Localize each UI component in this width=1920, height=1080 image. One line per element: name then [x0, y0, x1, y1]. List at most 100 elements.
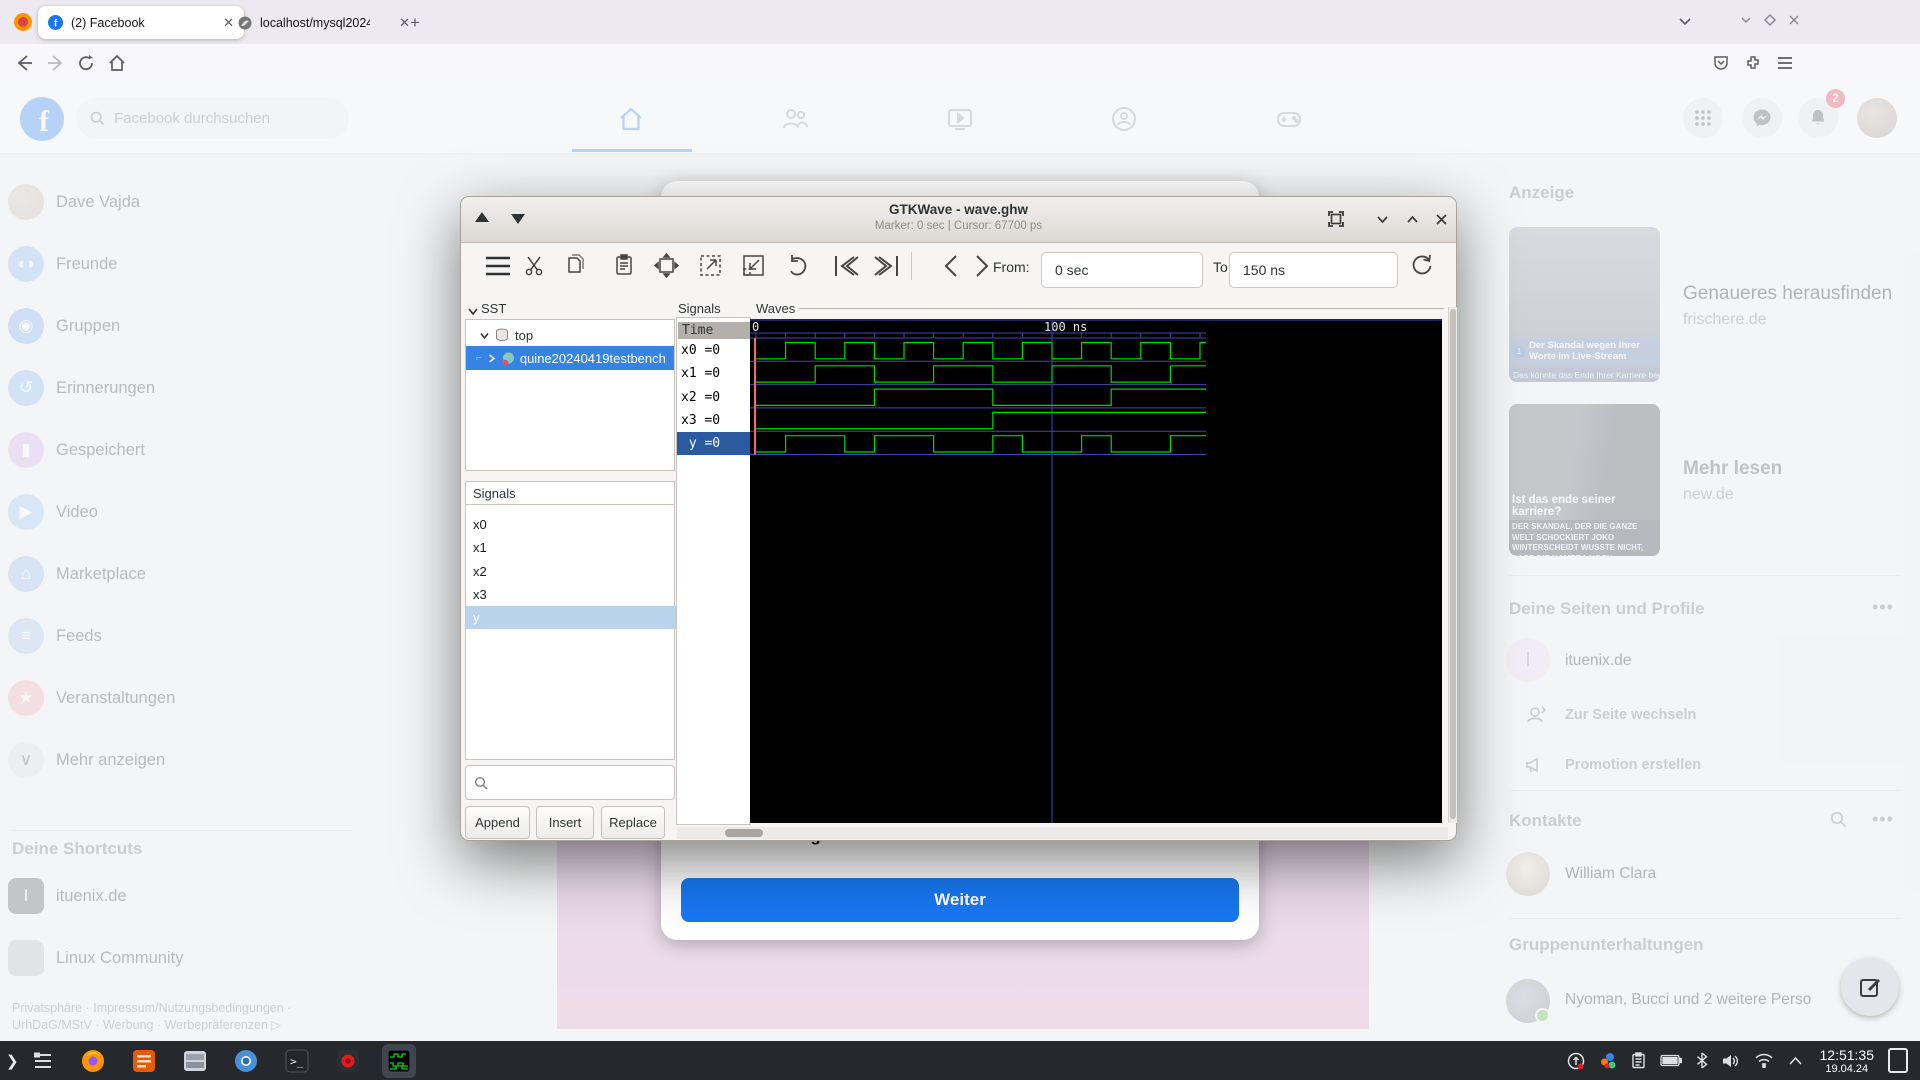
new-tab-button[interactable]: + — [410, 13, 420, 33]
signals-list: x0 x1 x2 x3 y — [465, 504, 681, 760]
signal-list-item[interactable]: y — [466, 606, 681, 630]
wave-signal-name[interactable]: x1 =0 — [677, 362, 750, 385]
cut-icon[interactable] — [523, 254, 547, 278]
compose-fab[interactable] — [1841, 958, 1899, 1016]
tree-node-label[interactable]: quine20240419testbench — [520, 351, 666, 366]
browser-tab-bar: f (2) Facebook ✕ localhost/mysql20240217… — [0, 0, 1920, 45]
sst-expander-icon[interactable] — [467, 305, 479, 317]
window-minimize-icon[interactable] — [1738, 12, 1754, 28]
wave-signal-name[interactable]: x0 =0 — [677, 339, 750, 362]
toolbar-separator — [911, 252, 912, 280]
next-edge-icon[interactable] — [971, 253, 993, 279]
app-menu-icon[interactable] — [33, 1052, 53, 1070]
vertical-scrollbar[interactable] — [1448, 307, 1457, 823]
tree-node-label[interactable]: top — [515, 328, 533, 343]
taskbar-app-terminal[interactable]: >_ — [280, 1044, 314, 1078]
signal-list-item[interactable]: x3 — [466, 583, 681, 606]
to-input[interactable]: 150 ns — [1229, 252, 1398, 288]
taskbar-app-recorder[interactable] — [331, 1044, 365, 1078]
gtk-close-icon[interactable] — [1434, 212, 1449, 227]
zoom-fit-icon[interactable] — [653, 252, 680, 279]
wave-trace — [756, 411, 1206, 430]
signal-list-item[interactable]: x0 — [466, 513, 681, 536]
node-expander-icon[interactable] — [479, 330, 490, 341]
prev-edge-icon[interactable] — [940, 253, 962, 279]
volume-icon[interactable] — [1722, 1053, 1740, 1069]
workrave-icon[interactable] — [1599, 1052, 1617, 1070]
tab-list-chevron-icon[interactable] — [1676, 12, 1694, 30]
tree-node-top[interactable]: top — [466, 324, 674, 346]
forward-icon[interactable] — [45, 52, 67, 74]
taskbar-app-gtkwave[interactable] — [381, 1043, 416, 1078]
show-desktop-button[interactable] — [1888, 1048, 1908, 1073]
taskbar-app-editor-orange[interactable] — [127, 1044, 161, 1078]
copy-icon[interactable] — [564, 253, 588, 278]
gtkwave-titlebar[interactable]: GTKWave - wave.ghw Marker: 0 sec | Curso… — [461, 197, 1456, 243]
append-button[interactable]: Append — [465, 806, 530, 839]
scrollbar-thumb[interactable] — [725, 829, 763, 837]
wave-signal-name[interactable]: x3 =0 — [677, 409, 750, 432]
sst-tree: top ⌐ quine20240419testbench — [465, 319, 675, 471]
zoom-out-icon[interactable] — [697, 252, 724, 279]
taskbar-app-firefox[interactable] — [76, 1044, 110, 1078]
undo-icon[interactable] — [785, 253, 811, 279]
clock[interactable]: 12:51:35 19.04.24 — [1820, 1047, 1875, 1075]
horizontal-scrollbar[interactable] — [677, 827, 1448, 839]
fullscreen-icon[interactable] — [1327, 210, 1345, 228]
go-to-end-icon[interactable] — [873, 253, 901, 279]
screen: f (2) Facebook ✕ localhost/mysql20240217… — [0, 0, 1920, 1080]
tab-title: (2) Facebook — [71, 15, 145, 30]
tray-expand-icon[interactable] — [1788, 1056, 1803, 1066]
clipboard-icon[interactable] — [1631, 1052, 1646, 1069]
signal-search-input[interactable] — [465, 765, 675, 800]
search-icon — [474, 776, 488, 790]
node-expander-icon[interactable] — [486, 353, 497, 364]
tab-localhost[interactable]: localhost/mysql20240217/... ✕ — [228, 6, 420, 39]
tree-node-selected[interactable]: ⌐ quine20240419testbench — [466, 346, 674, 370]
home-icon[interactable] — [107, 53, 127, 73]
battery-icon[interactable] — [1659, 1054, 1682, 1067]
reload-icon[interactable] — [77, 53, 97, 73]
updates-icon[interactable] — [1567, 1052, 1585, 1070]
pocket-icon[interactable] — [1712, 54, 1730, 72]
scrollbar-thumb[interactable] — [1450, 309, 1456, 819]
insert-button[interactable]: Insert — [536, 806, 594, 839]
panel-expand-icon[interactable]: ❯ — [6, 1052, 19, 1070]
taskbar-app-file-manager[interactable] — [178, 1044, 212, 1078]
wifi-icon[interactable] — [1754, 1053, 1774, 1068]
system-tray: 12:51:35 19.04.24 — [1560, 1047, 1920, 1075]
main-menu-icon[interactable] — [483, 253, 513, 279]
pencil-icon — [1860, 979, 1880, 997]
window-maximize-icon[interactable] — [1762, 12, 1778, 28]
from-input[interactable]: 0 sec — [1041, 252, 1203, 288]
paste-icon[interactable] — [612, 253, 636, 278]
wave-signal-name[interactable]: y =0 — [677, 432, 750, 456]
reload-waves-icon[interactable] — [1409, 253, 1435, 279]
firefox-view-icon[interactable] — [12, 11, 34, 33]
marker-status: Marker: 0 sec | Cursor: 67700 ps — [874, 220, 1043, 232]
taskbar-app-chromium[interactable] — [229, 1044, 263, 1078]
bluetooth-icon[interactable] — [1696, 1052, 1708, 1069]
tab-close-icon[interactable]: ✕ — [399, 15, 410, 31]
replace-button[interactable]: Replace — [601, 806, 665, 839]
window-close-icon[interactable] — [1786, 12, 1802, 28]
tree-indent-dots: ⌐ — [476, 352, 482, 364]
go-to-start-icon[interactable] — [832, 253, 860, 279]
signal-list-item[interactable]: x2 — [466, 560, 681, 583]
wave-canvas[interactable]: 0 100 ns — [750, 319, 1442, 823]
weiter-button[interactable]: Weiter — [681, 878, 1239, 922]
gtk-minimize-icon[interactable] — [1375, 212, 1390, 227]
menu-hamburger-icon[interactable] — [1776, 55, 1794, 71]
tab-facebook[interactable]: f (2) Facebook ✕ — [38, 6, 244, 39]
wave-trace — [756, 365, 1206, 383]
wave-signal-name[interactable]: x2 =0 — [677, 386, 750, 409]
back-icon[interactable] — [13, 52, 35, 74]
gtk-maximize-icon[interactable] — [1405, 212, 1420, 227]
extensions-icon[interactable] — [1744, 54, 1762, 72]
wave-trace — [756, 341, 1206, 360]
sst-header[interactable]: SST — [481, 301, 506, 316]
module-globe-icon — [501, 351, 516, 366]
zoom-in-icon[interactable] — [740, 252, 767, 279]
signal-list-item[interactable]: x1 — [466, 536, 681, 559]
localhost-favicon — [238, 16, 252, 30]
